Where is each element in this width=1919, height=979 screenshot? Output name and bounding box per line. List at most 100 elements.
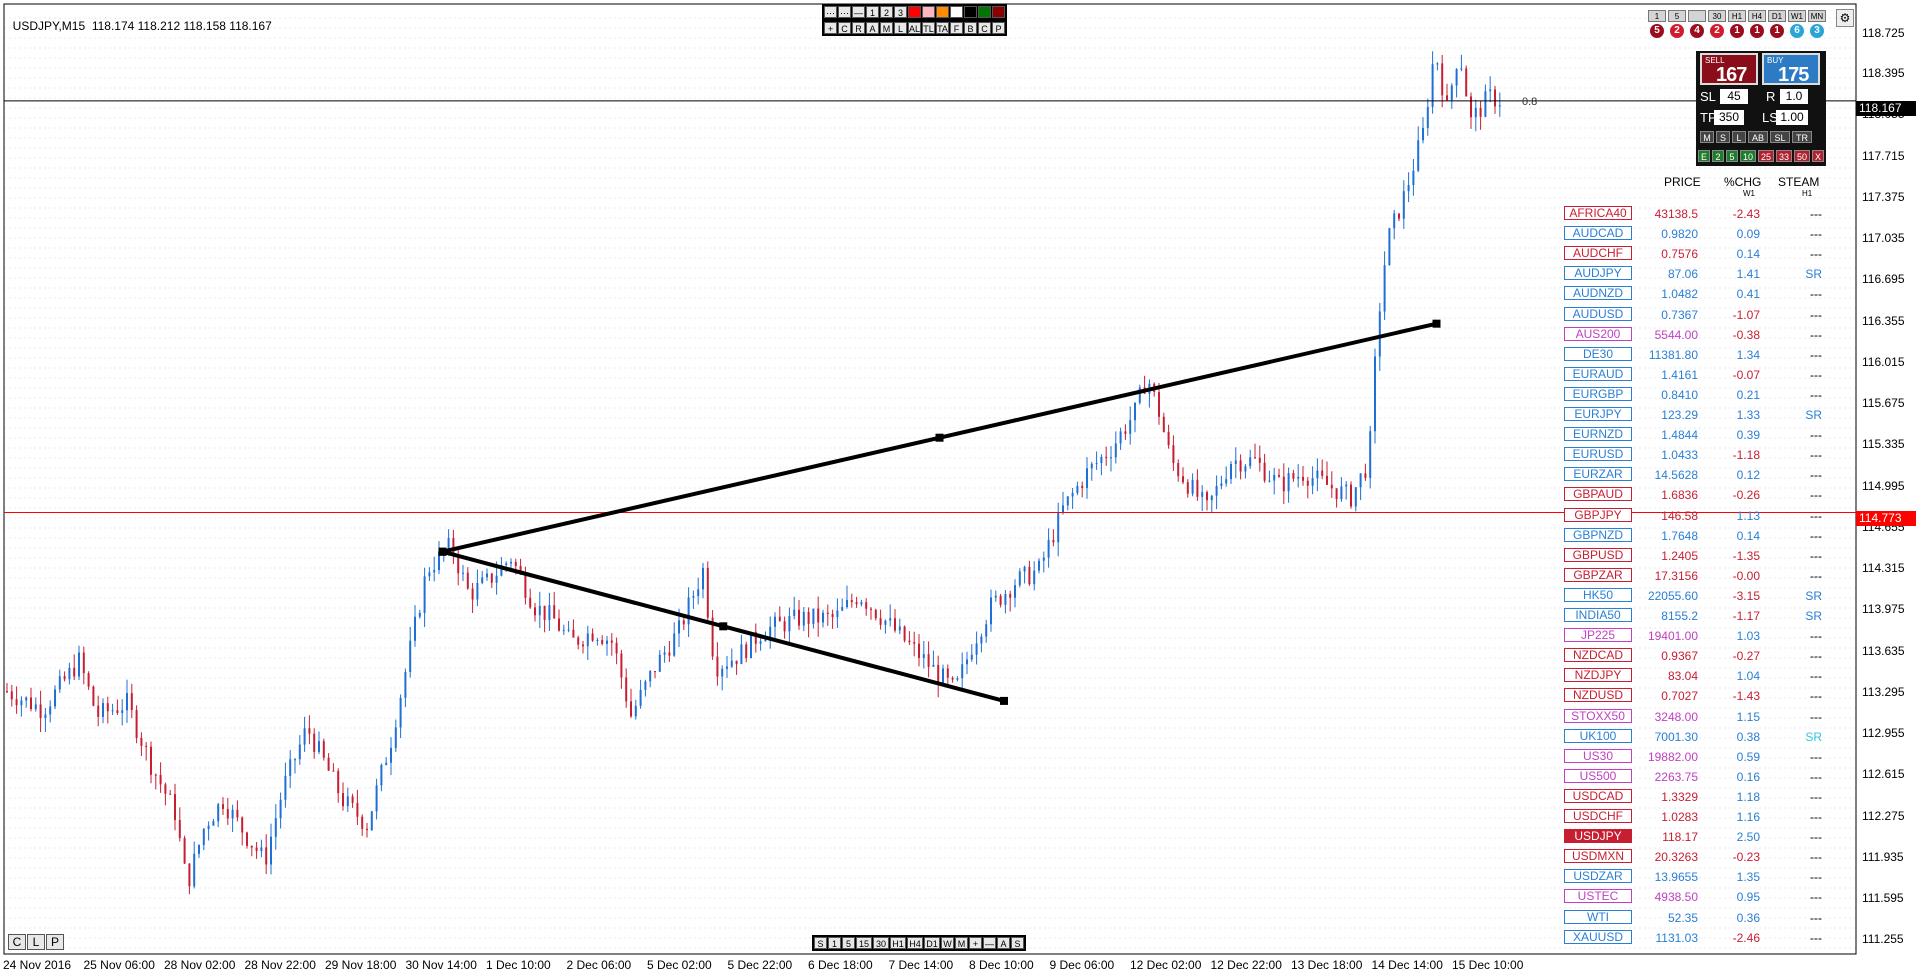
bottom-timeframe-button[interactable]: 30	[873, 937, 889, 949]
close-percent-button[interactable]: 25	[1758, 150, 1774, 162]
watchlist-symbol-gbpnzd[interactable]: GBPNZD	[1564, 527, 1632, 542]
watchlist-symbol-gbpaud[interactable]: GBPAUD	[1564, 487, 1632, 502]
trade-option-button[interactable]: L	[1732, 131, 1746, 143]
close-percent-button[interactable]: X	[1812, 150, 1824, 162]
bottom-timeframe-button[interactable]: D1	[924, 937, 940, 949]
drawing-tool-button[interactable]: —	[852, 6, 865, 18]
drawing-tool-button[interactable]	[978, 6, 991, 18]
watchlist-symbol-wti[interactable]: WTI	[1564, 909, 1632, 924]
watchlist-symbol-audusd[interactable]: AUDUSD	[1564, 306, 1632, 321]
drawing-tool-button[interactable]: B	[964, 22, 977, 34]
drawing-tool-button[interactable]: TA	[936, 22, 949, 34]
drawing-tool-button[interactable]	[922, 6, 935, 18]
bottom-timeframe-button[interactable]: H4	[907, 937, 923, 949]
watchlist-symbol-eurnzd[interactable]: EURNZD	[1564, 427, 1632, 442]
drawing-tool-button[interactable]: F	[950, 22, 963, 34]
drawing-tool-button[interactable]: 2	[880, 6, 893, 18]
trade-option-button[interactable]: AB	[1748, 131, 1768, 143]
timeframe-button[interactable]: D1	[1768, 10, 1786, 22]
trade-option-button[interactable]: TR	[1792, 131, 1812, 143]
watchlist-symbol-euraud[interactable]: EURAUD	[1564, 366, 1632, 381]
bottom-timeframe-button[interactable]: S	[1011, 937, 1024, 949]
drawing-tool-button[interactable]: C	[978, 22, 991, 34]
bottom-timeframe-button[interactable]: 15	[856, 937, 872, 949]
drawing-tool-button[interactable]	[936, 6, 949, 18]
bottom-timeframe-button[interactable]: A	[997, 937, 1010, 949]
bottom-timeframe-button[interactable]: 5	[842, 937, 855, 949]
drawing-tool-button[interactable]: ⋯	[824, 6, 837, 18]
watchlist-symbol-audchf[interactable]: AUDCHF	[1564, 246, 1632, 261]
bottom-timeframe-button[interactable]: 1	[828, 937, 841, 949]
watchlist-symbol-eurjpy[interactable]: EURJPY	[1564, 407, 1632, 421]
drawing-tool-button[interactable]	[964, 6, 977, 18]
watchlist-symbol-eurusd[interactable]: EURUSD	[1564, 447, 1632, 462]
drawing-tool-button[interactable]: P	[992, 22, 1005, 34]
drawing-tool-button[interactable]: R	[852, 22, 865, 34]
mode-button[interactable]: C	[8, 934, 26, 950]
bottom-timeframe-button[interactable]: W	[941, 937, 954, 949]
watchlist-symbol-audcad[interactable]: AUDCAD	[1564, 226, 1632, 241]
drawing-tool-button[interactable]: +	[824, 22, 837, 34]
buy-button[interactable]: BUY 175	[1762, 53, 1820, 86]
timeframe-button[interactable]: 30	[1708, 10, 1726, 22]
close-percent-button[interactable]: 5	[1726, 150, 1738, 162]
watchlist-symbol-us30[interactable]: US30	[1564, 748, 1632, 763]
close-percent-button[interactable]: 33	[1776, 150, 1792, 162]
drawing-tool-button[interactable]: L	[894, 22, 907, 34]
timeframe-button[interactable]: H1	[1728, 10, 1746, 22]
mode-button[interactable]: P	[46, 934, 64, 950]
watchlist-symbol-eurgbp[interactable]: EURGBP	[1564, 386, 1632, 401]
close-percent-button[interactable]: 10	[1740, 150, 1756, 162]
watchlist-symbol-eurzar[interactable]: EURZAR	[1564, 467, 1632, 482]
timeframe-button[interactable]: MN	[1808, 10, 1826, 22]
trendline-handle[interactable]	[719, 622, 728, 631]
timeframe-button[interactable]: 5	[1668, 10, 1686, 22]
watchlist-symbol-gbpzar[interactable]: GBPZAR	[1564, 567, 1632, 582]
watchlist-symbol-india50[interactable]: INDIA50	[1564, 608, 1632, 622]
bottom-timeframe-button[interactable]: —	[983, 937, 996, 949]
watchlist-symbol-africa40[interactable]: AFRICA40	[1564, 206, 1632, 220]
watchlist-symbol-aus200[interactable]: AUS200	[1564, 326, 1632, 341]
drawing-tool-button[interactable]: A	[866, 22, 879, 34]
close-percent-button[interactable]: 50	[1794, 150, 1810, 162]
drawing-tool-button[interactable]	[950, 6, 963, 18]
watchlist-symbol-usdjpy[interactable]: USDJPY	[1564, 829, 1632, 844]
close-percent-button[interactable]: E	[1698, 150, 1710, 162]
settings-gear-icon[interactable]: ⚙	[1836, 9, 1854, 27]
risk-input[interactable]: 1.0	[1780, 89, 1808, 104]
watchlist-symbol-usdchf[interactable]: USDCHF	[1564, 809, 1632, 823]
drawing-tool-button[interactable]: 3	[894, 6, 907, 18]
bottom-timeframe-button[interactable]: H1	[890, 937, 906, 949]
watchlist-symbol-hk50[interactable]: HK50	[1564, 587, 1632, 602]
watchlist-symbol-gbpusd[interactable]: GBPUSD	[1564, 547, 1632, 562]
timeframe-button[interactable]: H4	[1748, 10, 1766, 22]
watchlist-symbol-de30[interactable]: DE30	[1564, 346, 1632, 361]
bottom-timeframe-button[interactable]: +	[969, 937, 982, 949]
watchlist-symbol-uk100[interactable]: UK100	[1564, 728, 1632, 743]
tp-input[interactable]: 350	[1714, 110, 1744, 125]
watchlist-symbol-jp225[interactable]: JP225	[1564, 628, 1632, 643]
trade-option-button[interactable]: SL	[1770, 131, 1790, 143]
timeframe-button[interactable]: 1	[1648, 10, 1666, 22]
watchlist-symbol-gbpjpy[interactable]: GBPJPY	[1564, 507, 1632, 522]
watchlist-symbol-audnzd[interactable]: AUDNZD	[1564, 286, 1632, 301]
trade-option-button[interactable]: S	[1716, 131, 1730, 143]
drawing-tool-button[interactable]: 1	[866, 6, 879, 18]
timeframe-button[interactable]: W1	[1788, 10, 1806, 22]
drawing-tool-button[interactable]	[992, 6, 1005, 18]
bottom-timeframe-button[interactable]: M	[955, 937, 968, 949]
watchlist-symbol-us500[interactable]: US500	[1564, 768, 1632, 783]
trade-option-button[interactable]: M	[1700, 131, 1714, 143]
drawing-tool-button[interactable]	[908, 6, 921, 18]
watchlist-symbol-usdmxn[interactable]: USDMXN	[1564, 849, 1632, 864]
drawing-tool-button[interactable]: C	[838, 22, 851, 34]
drawing-tool-button[interactable]: M	[880, 22, 893, 34]
lot-size-input[interactable]: 1.00	[1776, 110, 1808, 125]
drawing-tool-button[interactable]: TL	[922, 22, 935, 34]
watchlist-symbol-xauusd[interactable]: XAUUSD	[1564, 929, 1632, 944]
trendline-handle[interactable]	[438, 547, 447, 556]
watchlist-symbol-nzdusd[interactable]: NZDUSD	[1564, 688, 1632, 703]
trendline-handle[interactable]	[935, 433, 944, 442]
drawing-tool-button[interactable]: ⋯	[838, 6, 851, 18]
timeframe-button[interactable]	[1688, 10, 1706, 22]
